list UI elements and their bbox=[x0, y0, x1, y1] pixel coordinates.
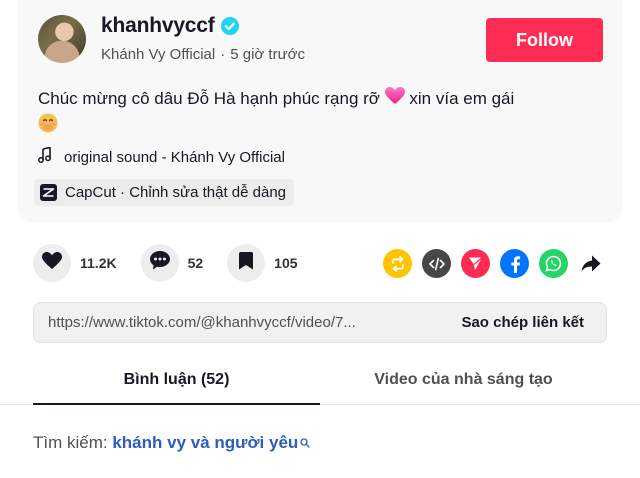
sound-label[interactable]: original sound - Khánh Vy Official bbox=[64, 149, 285, 166]
send-to-friends-icon[interactable] bbox=[461, 249, 490, 278]
video-info-card: khanhvyccf Khánh Vy Official · 5 giờ trước… bbox=[18, 0, 622, 222]
whatsapp-icon[interactable] bbox=[539, 249, 568, 278]
hand-over-mouth-emoji-icon bbox=[38, 113, 58, 141]
heart-icon bbox=[42, 251, 62, 275]
follow-button[interactable]: Follow bbox=[486, 18, 603, 62]
share-bar bbox=[383, 249, 604, 278]
username[interactable]: khanhvyccf bbox=[101, 14, 215, 38]
search-icon bbox=[300, 433, 310, 453]
search-term[interactable]: khánh vy và người yêu bbox=[112, 433, 298, 452]
comment-bubble-icon bbox=[149, 251, 170, 275]
capcut-icon bbox=[40, 184, 57, 201]
search-suggestion: Tìm kiếm: khánh vy và người yêu bbox=[33, 433, 310, 453]
music-note-icon bbox=[38, 146, 52, 168]
like-count: 11.2K bbox=[80, 255, 117, 271]
video-caption: Chúc mừng cô dâu Đỗ Hà hạnh phúc rạng rỡ… bbox=[38, 86, 608, 141]
verified-badge-icon bbox=[220, 17, 239, 35]
search-prefix: Tìm kiếm: bbox=[33, 433, 108, 452]
save-button[interactable] bbox=[227, 244, 266, 282]
content-tabs: Bình luận (52) Video của nhà sáng tạo bbox=[0, 361, 640, 405]
like-button[interactable] bbox=[33, 244, 71, 282]
tab-creator-videos[interactable]: Video của nhà sáng tạo bbox=[320, 361, 607, 405]
copy-link-button[interactable]: Sao chép liên kết bbox=[461, 314, 584, 331]
like-action[interactable]: 11.2K bbox=[33, 244, 117, 282]
comment-button[interactable] bbox=[140, 244, 179, 282]
author-subline: Khánh Vy Official · 5 giờ trước bbox=[101, 46, 305, 63]
capcut-anchor[interactable]: CapCut · Chỉnh sửa thật dễ dàng bbox=[34, 179, 295, 206]
separator: · bbox=[220, 46, 226, 63]
caption-text-1: Chúc mừng cô dâu Đỗ Hà hạnh phúc rạng rỡ bbox=[38, 89, 385, 108]
embed-icon[interactable] bbox=[422, 249, 451, 278]
facebook-icon[interactable] bbox=[500, 249, 529, 278]
search-suggestion-link[interactable]: khánh vy và người yêu bbox=[112, 433, 310, 452]
caption-text-2: xin vía em gái bbox=[404, 89, 515, 108]
share-arrow-icon[interactable] bbox=[578, 251, 604, 277]
avatar[interactable] bbox=[38, 15, 86, 63]
comment-action[interactable]: 52 bbox=[140, 244, 204, 282]
tab-comments[interactable]: Bình luận (52) bbox=[33, 361, 320, 405]
display-name: Khánh Vy Official bbox=[101, 46, 216, 63]
save-count: 105 bbox=[274, 255, 298, 271]
save-action[interactable]: 105 bbox=[227, 244, 298, 282]
action-bar: 11.2K 52 105 bbox=[33, 244, 322, 282]
username-row: khanhvyccf bbox=[101, 14, 239, 38]
comment-count: 52 bbox=[187, 255, 204, 271]
copy-link-box: https://www.tiktok.com/@khanhvyccf/video… bbox=[33, 302, 607, 343]
repost-icon[interactable] bbox=[383, 249, 412, 278]
pink-heart-icon bbox=[384, 86, 405, 113]
video-url[interactable]: https://www.tiktok.com/@khanhvyccf/video… bbox=[34, 314, 429, 331]
sound-row[interactable]: original sound - Khánh Vy Official bbox=[38, 146, 285, 168]
posted-time: 5 giờ trước bbox=[230, 46, 305, 63]
capcut-label: CapCut · Chỉnh sửa thật dễ dàng bbox=[65, 184, 287, 201]
bookmark-icon bbox=[239, 251, 254, 275]
